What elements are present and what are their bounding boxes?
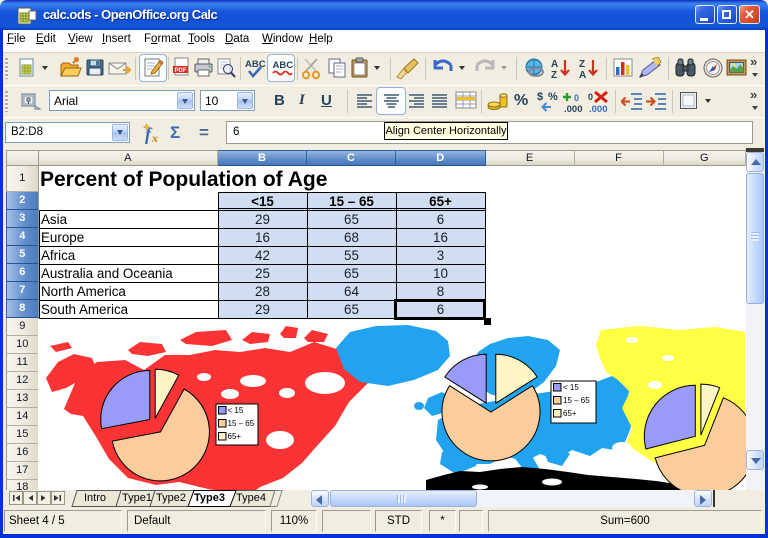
svg-text:65+: 65+ <box>228 432 242 441</box>
svg-text:15 – 65: 15 – 65 <box>228 419 255 428</box>
svg-text:65+: 65+ <box>563 409 577 418</box>
svg-text:Z: Z <box>579 59 585 70</box>
svg-text:Z: Z <box>551 70 557 80</box>
svg-text:< 15: < 15 <box>228 406 244 415</box>
svg-text:A: A <box>579 70 586 80</box>
svg-text:PDF: PDF <box>175 68 187 74</box>
svg-text:x: x <box>151 131 158 144</box>
svg-text:15 – 65: 15 – 65 <box>563 396 590 405</box>
svg-text:0: 0 <box>588 92 593 102</box>
svg-text:%: % <box>548 91 558 103</box>
svg-text:< 15: < 15 <box>563 383 579 392</box>
svg-text:ABC: ABC <box>245 59 266 70</box>
svg-text:0: 0 <box>574 93 579 103</box>
svg-text:.000: .000 <box>589 104 608 114</box>
svg-text:$: $ <box>537 91 543 103</box>
svg-text:A: A <box>551 59 558 70</box>
svg-text:.000: .000 <box>564 104 583 114</box>
svg-text:ABC: ABC <box>273 60 294 71</box>
